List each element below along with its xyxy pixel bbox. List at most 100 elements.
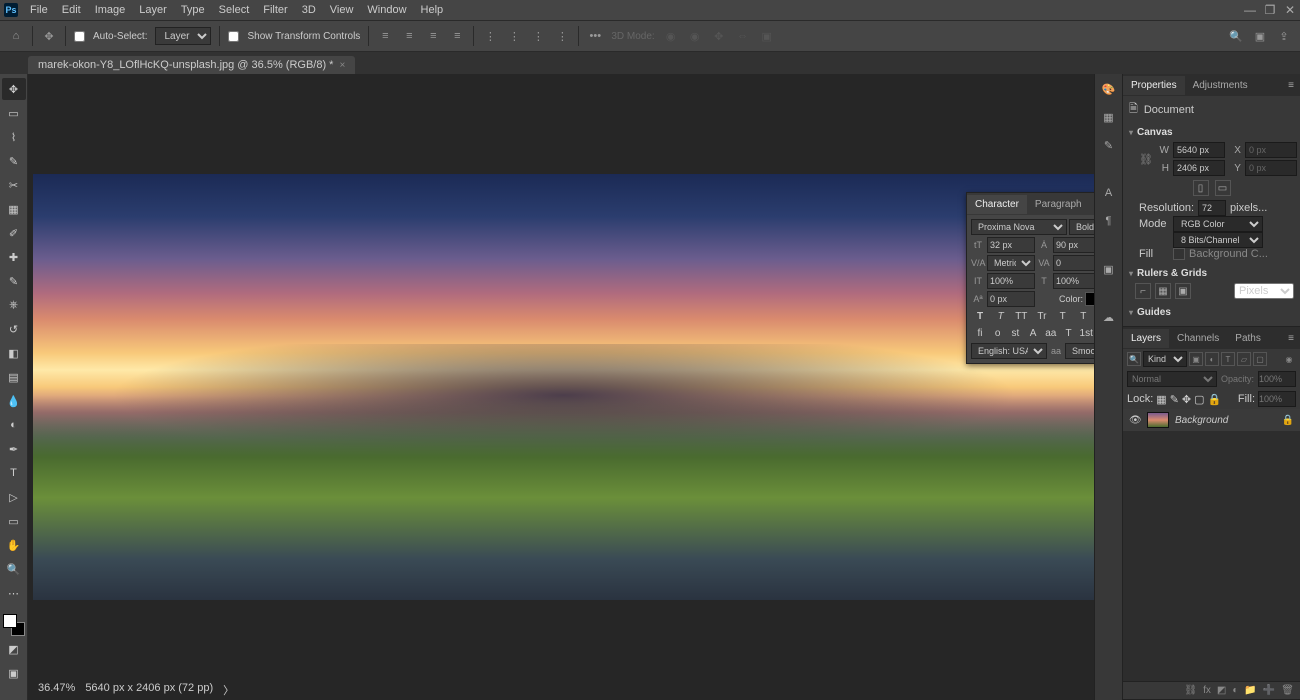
canvas-height-input[interactable] <box>1173 160 1225 176</box>
filter-pixel-icon[interactable]: ▣ <box>1189 352 1203 366</box>
eraser-tool[interactable]: ◧ <box>2 342 26 364</box>
menu-window[interactable]: Window <box>361 2 412 18</box>
tab-layers[interactable]: Layers <box>1123 329 1169 348</box>
baseline-input[interactable] <box>987 291 1035 307</box>
crop-tool[interactable]: ✂ <box>2 174 26 196</box>
edit-toolbar[interactable]: ⋯ <box>2 582 26 604</box>
window-minimize-icon[interactable]: — <box>1244 4 1256 16</box>
canvas-image[interactable] <box>33 174 1094 600</box>
section-canvas[interactable]: Canvas <box>1129 123 1294 142</box>
layer-fx-icon[interactable]: fx <box>1203 685 1211 696</box>
lock-pixels-icon[interactable]: ✎ <box>1170 393 1179 406</box>
shape-tool[interactable]: ▭ <box>2 510 26 532</box>
marquee-tool[interactable]: ▭ <box>2 102 26 124</box>
window-close-icon[interactable]: ✕ <box>1284 4 1296 16</box>
filter-smart-icon[interactable]: ▢ <box>1253 352 1267 366</box>
auto-select-target[interactable]: Layer <box>155 27 211 45</box>
link-layers-icon[interactable]: ⛓ <box>1184 685 1197 696</box>
new-layer-icon[interactable]: ➕ <box>1263 685 1275 696</box>
menu-3d[interactable]: 3D <box>296 2 322 18</box>
menu-type[interactable]: Type <box>175 2 211 18</box>
path-select-tool[interactable]: ▷ <box>2 486 26 508</box>
font-size-input[interactable] <box>987 237 1035 253</box>
allcaps-button[interactable]: TT <box>1014 311 1028 322</box>
hand-tool[interactable]: ✋ <box>2 534 26 556</box>
canvas-x-input[interactable] <box>1245 142 1297 158</box>
antialias-select[interactable]: Smooth <box>1065 343 1094 359</box>
blend-mode-select[interactable]: Normal <box>1127 371 1217 387</box>
superscript-button[interactable]: T <box>1056 311 1070 322</box>
tab-adjustments[interactable]: Adjustments <box>1185 76 1256 95</box>
stylistic-alt-button[interactable]: aa <box>1044 328 1058 339</box>
dock-color-icon[interactable]: 🎨 <box>1100 80 1118 98</box>
properties-menu-icon[interactable]: ≡ <box>1280 76 1300 95</box>
align-top-icon[interactable]: ≡ <box>449 28 465 44</box>
gradient-tool[interactable]: ▤ <box>2 366 26 388</box>
distribute-space-icon[interactable]: ⋮ <box>530 28 546 44</box>
dodge-tool[interactable]: ◐ <box>2 414 26 436</box>
dock-libraries-icon[interactable]: ☁ <box>1100 308 1118 326</box>
distribute-center-icon[interactable]: ⋮ <box>554 28 570 44</box>
distribute-h-icon[interactable]: ⋮ <box>482 28 498 44</box>
filter-search-icon[interactable]: 🔍 <box>1127 352 1141 366</box>
fill-swatch[interactable] <box>1173 248 1185 260</box>
workspace-icon[interactable]: ▣ <box>1252 28 1268 44</box>
discretionary-button[interactable]: st <box>1008 328 1022 339</box>
delete-layer-icon[interactable]: 🗑 <box>1281 685 1294 696</box>
dock-char-icon[interactable]: A <box>1100 184 1118 202</box>
bold-button[interactable]: T <box>973 311 987 322</box>
leading-input[interactable] <box>1053 237 1094 253</box>
language-select[interactable]: English: USA <box>971 343 1047 359</box>
canvas-width-input[interactable] <box>1173 142 1225 158</box>
menu-select[interactable]: Select <box>213 2 256 18</box>
healing-tool[interactable]: ✚ <box>2 246 26 268</box>
menu-file[interactable]: File <box>24 2 54 18</box>
font-family-select[interactable]: Proxima Nova <box>971 219 1067 235</box>
ligatures-button[interactable]: fi <box>973 328 987 339</box>
window-maximize-icon[interactable]: ❐ <box>1264 4 1276 16</box>
lock-artboard-icon[interactable]: ▢ <box>1194 393 1204 406</box>
grid-toggle-button[interactable]: ▦ <box>1155 283 1171 299</box>
frame-tool[interactable]: ▦ <box>2 198 26 220</box>
eyedropper-tool[interactable]: ✐ <box>2 222 26 244</box>
layer-fill-input[interactable] <box>1258 391 1296 407</box>
dock-actions-icon[interactable]: ▣ <box>1100 260 1118 278</box>
filter-kind-select[interactable]: Kind <box>1143 351 1187 367</box>
section-rulers[interactable]: Rulers & Grids <box>1129 264 1294 283</box>
tab-channels[interactable]: Channels <box>1169 329 1227 348</box>
distribute-v-icon[interactable]: ⋮ <box>506 28 522 44</box>
depth-select[interactable]: 8 Bits/Channel <box>1173 232 1263 248</box>
mode-select[interactable]: RGB Color <box>1173 216 1263 232</box>
search-icon[interactable]: 🔍 <box>1228 28 1244 44</box>
quick-select-tool[interactable]: ✎ <box>2 150 26 172</box>
smallcaps-button[interactable]: Tr <box>1035 311 1049 322</box>
layer-row-background[interactable]: 👁 Background 🔒 <box>1123 409 1300 431</box>
tracking-input[interactable] <box>1053 255 1094 271</box>
titling-alt-button[interactable]: T <box>1062 328 1076 339</box>
menu-help[interactable]: Help <box>415 2 450 18</box>
blur-tool[interactable]: 💧 <box>2 390 26 412</box>
filter-adjust-icon[interactable]: ◐ <box>1205 352 1219 366</box>
hscale-input[interactable] <box>1053 273 1094 289</box>
filter-shape-icon[interactable]: ▱ <box>1237 352 1251 366</box>
layer-lock-icon[interactable]: 🔒 <box>1282 415 1294 426</box>
quick-mask-tool[interactable]: ◩ <box>2 638 26 660</box>
pixel-grid-button[interactable]: ▣ <box>1175 283 1191 299</box>
more-options-icon[interactable]: ••• <box>587 28 603 44</box>
type-tool[interactable]: T <box>2 462 26 484</box>
subscript-button[interactable]: T <box>1076 311 1090 322</box>
dock-paragraph-icon[interactable]: ¶ <box>1100 212 1118 230</box>
close-tab-icon[interactable]: × <box>339 60 345 71</box>
layer-name[interactable]: Background <box>1175 415 1228 426</box>
menu-image[interactable]: Image <box>89 2 132 18</box>
align-right-icon[interactable]: ≡ <box>425 28 441 44</box>
auto-select-checkbox[interactable] <box>74 31 85 42</box>
dock-brushes-icon[interactable]: ✎ <box>1100 136 1118 154</box>
filter-type-icon[interactable]: T <box>1221 352 1235 366</box>
align-center-h-icon[interactable]: ≡ <box>401 28 417 44</box>
move-tool[interactable]: ✥ <box>2 78 26 100</box>
menu-view[interactable]: View <box>324 2 360 18</box>
character-panel[interactable]: Character Paragraph » ≡ Proxima Nova Bol… <box>966 192 1094 364</box>
tab-properties[interactable]: Properties <box>1123 76 1185 95</box>
tab-paths[interactable]: Paths <box>1227 329 1269 348</box>
